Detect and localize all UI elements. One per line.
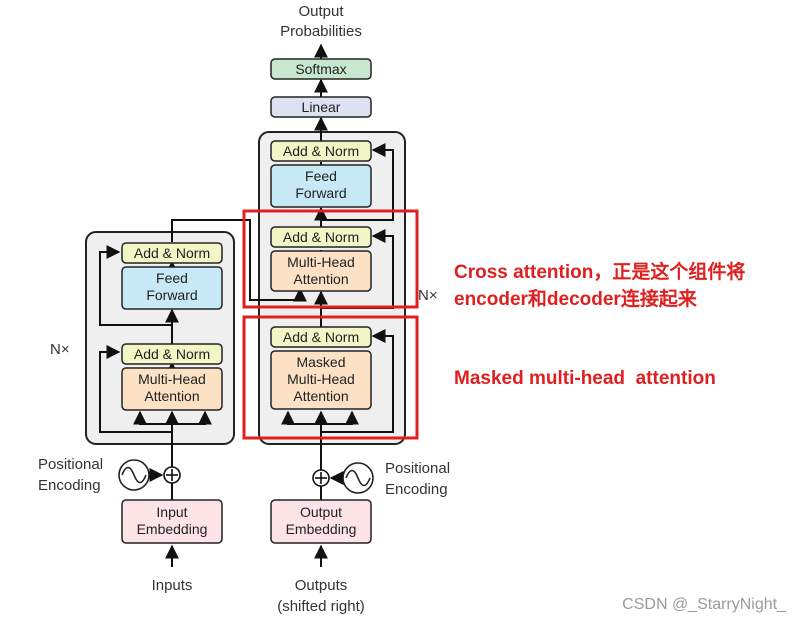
svg-text:Add & Norm: Add & Norm (283, 329, 359, 345)
svg-text:Attention: Attention (293, 271, 348, 287)
output-label-line-1: Output (298, 3, 344, 20)
output-label-line-2: Probabilities (280, 23, 362, 40)
watermark: CSDN @_StarryNight_ (622, 596, 787, 613)
outputs-label: Outputs (295, 577, 348, 594)
svg-text:Feed: Feed (156, 270, 188, 286)
svg-text:Input: Input (156, 504, 187, 520)
svg-text:Embedding: Embedding (137, 521, 208, 537)
linear-label: Linear (302, 99, 341, 115)
decoder-feed-forward: Feed Forward (270, 164, 372, 208)
svg-text:Forward: Forward (295, 185, 346, 201)
encoder-nx-label: N× (50, 341, 70, 358)
svg-text:Feed: Feed (305, 168, 337, 184)
shifted-right-label: (shifted right) (277, 598, 365, 615)
decoder-add-norm-1: Add & Norm (270, 326, 372, 348)
inputs-label: Inputs (152, 577, 193, 594)
svg-text:Multi-Head: Multi-Head (287, 371, 355, 387)
svg-text:Masked: Masked (296, 354, 345, 370)
decoder-add-norm-3: Add & Norm (270, 140, 372, 162)
svg-text:Add & Norm: Add & Norm (134, 245, 210, 261)
softmax-block: Softmax (270, 58, 372, 80)
decoder-add-icon (312, 469, 330, 487)
svg-text:Add & Norm: Add & Norm (283, 229, 359, 245)
decoder-add-norm-2: Add & Norm (270, 226, 372, 248)
encoder-add-norm-1: Add & Norm (121, 343, 223, 365)
svg-text:Attention: Attention (144, 388, 199, 404)
svg-text:Multi-Head: Multi-Head (138, 371, 206, 387)
encoder-add-icon (163, 466, 181, 484)
svg-text:Multi-Head: Multi-Head (287, 254, 355, 270)
encoder-stack (85, 231, 235, 445)
svg-text:Attention: Attention (293, 388, 348, 404)
decoder-masked-attention: Masked Multi-Head Attention (270, 350, 372, 410)
linear-block: Linear (270, 96, 372, 118)
decoder-positional-line-1: Positional (385, 460, 450, 477)
softmax-label: Softmax (295, 61, 346, 77)
encoder-sine-wave-icon (118, 459, 150, 491)
cross-attention-annotation-line-1: Cross attention，正是这个组件将 (454, 260, 745, 283)
decoder-positional-line-2: Encoding (385, 481, 448, 498)
encoder-feed-forward: Feed Forward (121, 266, 223, 310)
cross-attention-annotation-line-2: encoder和decoder连接起来 (454, 287, 697, 310)
svg-text:Add & Norm: Add & Norm (134, 346, 210, 362)
decoder-cross-attention: Multi-Head Attention (270, 250, 372, 292)
encoder-positional-line-1: Positional (38, 456, 103, 473)
output-probabilities-label: Output Probabilities (280, 3, 362, 40)
decoder-nx-label: N× (418, 287, 438, 304)
encoder-multi-head-attention: Multi-Head Attention (121, 367, 223, 411)
decoder-output-embedding: Output Embedding (270, 499, 372, 544)
svg-text:Embedding: Embedding (286, 521, 357, 537)
masked-attention-annotation: Masked multi-head attention (454, 368, 716, 389)
svg-text:Forward: Forward (146, 287, 197, 303)
encoder-positional-line-2: Encoding (38, 477, 101, 494)
decoder-sine-wave-icon (342, 462, 374, 494)
encoder-add-norm-2: Add & Norm (121, 242, 223, 264)
transformer-diagram: Output Probabilities Softmax Linear Add … (38, 3, 787, 615)
encoder-input-embedding: Input Embedding (121, 499, 223, 544)
svg-text:Output: Output (300, 504, 342, 520)
svg-text:Add & Norm: Add & Norm (283, 143, 359, 159)
